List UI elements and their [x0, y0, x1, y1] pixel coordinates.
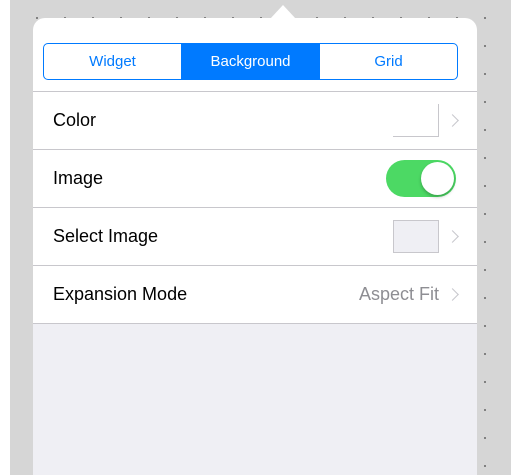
segment-background[interactable]: Background — [181, 44, 319, 79]
row-color-label: Color — [53, 110, 97, 130]
grouped-background-area — [33, 324, 477, 475]
color-swatch[interactable] — [393, 104, 439, 137]
image-thumbnail[interactable] — [393, 220, 439, 253]
chevron-right-icon — [446, 230, 459, 243]
chevron-right-icon — [446, 114, 459, 127]
image-toggle[interactable] — [386, 160, 456, 197]
toggle-knob — [421, 162, 454, 195]
popover-arrow — [270, 5, 296, 19]
row-color-accessory — [393, 104, 459, 137]
row-select-image-accessory — [393, 220, 459, 253]
row-select-image-label: Select Image — [53, 226, 159, 246]
chevron-right-icon — [446, 288, 459, 301]
row-image-label: Image — [53, 168, 104, 188]
row-expansion-mode-accessory: Aspect Fit — [359, 284, 459, 305]
settings-popover: Widget Background Grid Color Image Selec… — [33, 5, 477, 475]
row-color[interactable]: Color — [33, 92, 477, 150]
row-select-image[interactable]: Select Image — [33, 208, 477, 266]
row-image: Image — [33, 150, 477, 208]
segment-widget[interactable]: Widget — [44, 44, 181, 79]
segment-grid[interactable]: Grid — [319, 44, 457, 79]
row-expansion-mode-label: Expansion Mode — [53, 284, 188, 304]
row-expansion-mode[interactable]: Expansion Mode Aspect Fit — [33, 266, 477, 324]
settings-list: Color Image Select Image Expansion Mode … — [33, 91, 477, 324]
segmented-control: Widget Background Grid — [43, 43, 458, 80]
expansion-mode-value: Aspect Fit — [358, 284, 439, 304]
